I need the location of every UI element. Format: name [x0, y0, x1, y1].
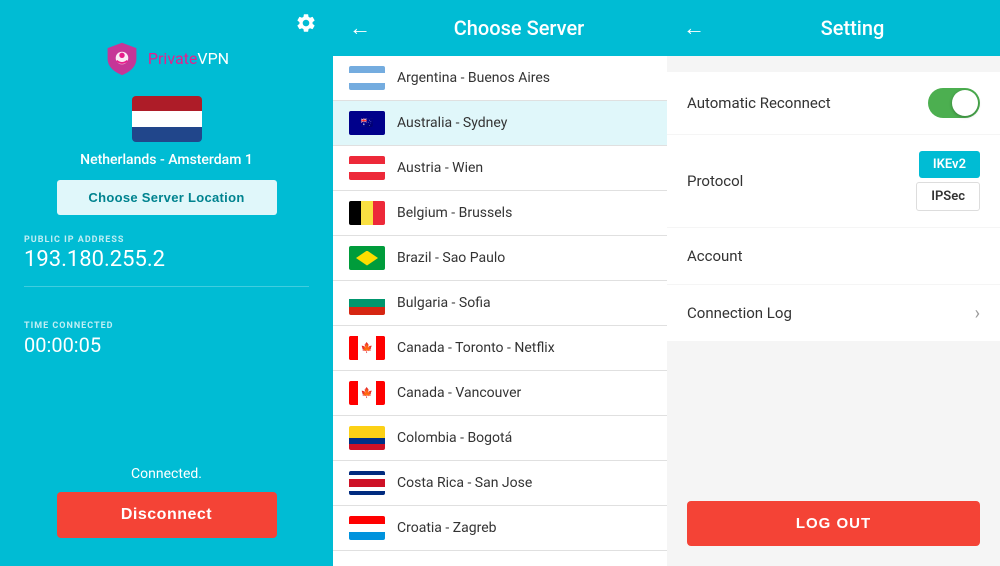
logo-area: PrivateVPN [104, 40, 229, 76]
protocol-row: Protocol IKEv2 IPSec [667, 135, 1000, 227]
connection-log-label: Connection Log [687, 304, 975, 322]
gear-icon[interactable] [295, 12, 317, 38]
ikev2-badge[interactable]: IKEv2 [919, 151, 980, 178]
back-arrow-servers[interactable]: ← [349, 15, 371, 41]
toggle-thumb [952, 90, 978, 116]
ip-value: 193.180.255.2 [24, 247, 309, 272]
shield-icon [104, 40, 140, 76]
logo-private: Private [148, 49, 197, 68]
protocol-options: IKEv2 IPSec [916, 151, 980, 211]
logo-vpn: VPN [197, 49, 229, 68]
status-text: Connected. [131, 466, 202, 482]
server-list: Argentina - Buenos Aires 🇦🇺 Australia - … [333, 56, 667, 566]
server-item[interactable]: Belgium - Brussels [333, 191, 667, 236]
server-panel-header: ← Choose Server [333, 0, 667, 56]
settings-panel: ← Setting Automatic Reconnect Protocol I… [667, 0, 1000, 566]
server-name: Argentina - Buenos Aires [397, 70, 550, 86]
auto-reconnect-toggle[interactable] [928, 88, 980, 118]
server-panel-title: Choose Server [387, 16, 651, 40]
server-name: Australia - Sydney [397, 115, 507, 131]
settings-panel-title: Setting [721, 16, 984, 40]
argentina-flag [349, 66, 385, 90]
flag-stripe-red [132, 96, 202, 111]
chevron-right-icon: › [975, 303, 980, 324]
netherlands-flag [132, 96, 202, 142]
country-name: Netherlands - Amsterdam 1 [80, 152, 253, 168]
belgium-flag [349, 201, 385, 225]
server-name: Belgium - Brussels [397, 205, 512, 221]
auto-reconnect-label: Automatic Reconnect [687, 94, 928, 112]
cyprus-flag: 🇨🇾 [349, 561, 385, 566]
main-panel: PrivateVPN Netherlands - Amsterdam 1 Cho… [0, 0, 333, 566]
server-item[interactable]: 🍁 Canada - Toronto - Netflix [333, 326, 667, 371]
canada-flag: 🍁 [349, 336, 385, 360]
server-panel: ← Choose Server Argentina - Buenos Aires… [333, 0, 667, 566]
server-item[interactable]: Croatia - Zagreb [333, 506, 667, 551]
settings-spacer [667, 358, 1000, 481]
disconnect-button[interactable]: Disconnect [57, 492, 277, 538]
bulgaria-flag [349, 291, 385, 315]
server-item[interactable]: 🇦🇺 Australia - Sydney [333, 101, 667, 146]
divider [24, 286, 309, 287]
austria-flag [349, 156, 385, 180]
ip-section: PUBLIC IP ADDRESS 193.180.255.2 [0, 235, 333, 272]
protocol-label: Protocol [687, 172, 916, 190]
logo-text: PrivateVPN [148, 49, 229, 68]
account-label: Account [687, 247, 980, 265]
costa-rica-flag [349, 471, 385, 495]
server-name: Costa Rica - San Jose [397, 475, 532, 491]
time-label: TIME CONNECTED [24, 321, 309, 331]
logout-button[interactable]: LOG OUT [687, 501, 980, 546]
flag-stripe-blue [132, 127, 202, 142]
australia-flag: 🇦🇺 [349, 111, 385, 135]
croatia-flag [349, 516, 385, 540]
server-name: Bulgaria - Sofia [397, 295, 491, 311]
auto-reconnect-row: Automatic Reconnect [667, 72, 1000, 134]
toggle-track [928, 88, 980, 118]
server-item[interactable]: Costa Rica - San Jose [333, 461, 667, 506]
server-name: Brazil - Sao Paulo [397, 250, 505, 266]
back-arrow-settings[interactable]: ← [683, 15, 705, 41]
time-section: TIME CONNECTED 00:00:05 [0, 321, 333, 357]
server-name: Colombia - Bogotá [397, 430, 512, 446]
server-item[interactable]: Colombia - Bogotá [333, 416, 667, 461]
server-name: Canada - Toronto - Netflix [397, 340, 555, 356]
time-value: 00:00:05 [24, 333, 309, 357]
server-item[interactable]: Bulgaria - Sofia [333, 281, 667, 326]
server-item[interactable]: 🇨🇾 Cyprus - Nicosia [333, 551, 667, 566]
ipsec-badge[interactable]: IPSec [916, 182, 980, 211]
server-item[interactable]: Argentina - Buenos Aires [333, 56, 667, 101]
brazil-flag [349, 246, 385, 270]
ip-label: PUBLIC IP ADDRESS [24, 235, 309, 245]
server-name: Austria - Wien [397, 160, 483, 176]
flag-stripe-white [132, 111, 202, 126]
server-item[interactable]: Brazil - Sao Paulo [333, 236, 667, 281]
server-name: Canada - Vancouver [397, 385, 521, 401]
choose-server-button[interactable]: Choose Server Location [57, 180, 277, 215]
server-item[interactable]: Austria - Wien [333, 146, 667, 191]
colombia-flag [349, 426, 385, 450]
settings-panel-header: ← Setting [667, 0, 1000, 56]
connection-log-row[interactable]: Connection Log › [667, 285, 1000, 341]
account-row: Account [667, 228, 1000, 284]
canada-flag-2: 🍁 [349, 381, 385, 405]
settings-list: Automatic Reconnect Protocol IKEv2 IPSec… [667, 56, 1000, 358]
server-item[interactable]: 🍁 Canada - Vancouver [333, 371, 667, 416]
server-name: Croatia - Zagreb [397, 520, 497, 536]
